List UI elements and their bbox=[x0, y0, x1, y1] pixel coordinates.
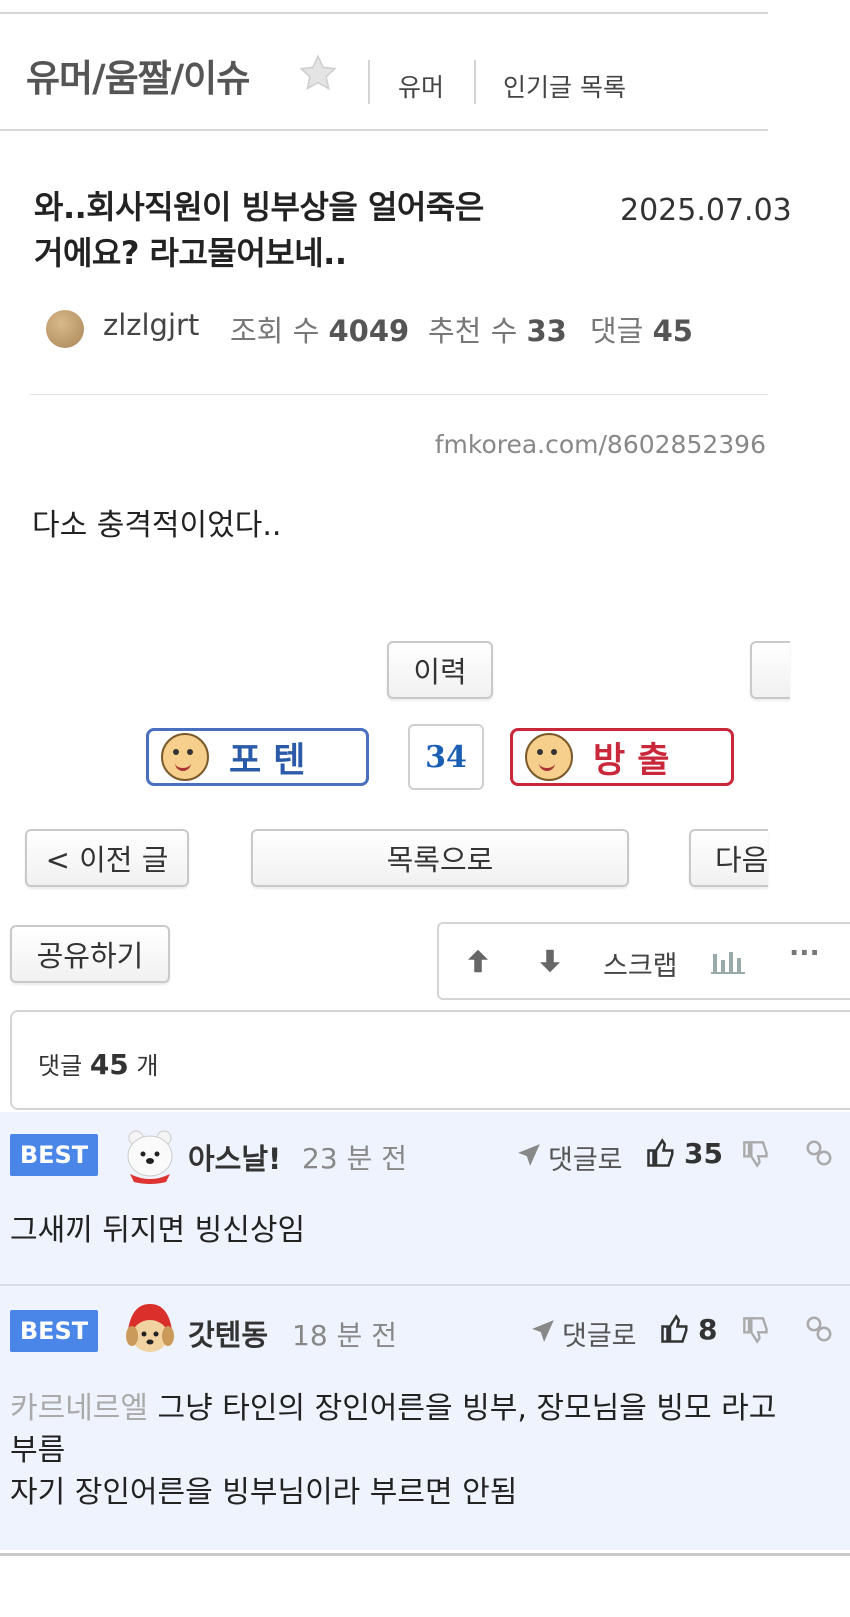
next-post-button[interactable]: 다음 bbox=[689, 829, 768, 887]
recommend-count-label: 추천 수 bbox=[428, 314, 518, 348]
thumbs-up-icon[interactable] bbox=[646, 1138, 676, 1172]
comment-text-line: 그냥 타인의 장인어른을 빙부, 장모님을 빙모 라고 bbox=[148, 1391, 777, 1426]
prev-post-button[interactable]: < 이전 글 bbox=[25, 829, 189, 887]
extra-button[interactable] bbox=[750, 641, 790, 699]
polar-bear-avatar-icon[interactable] bbox=[118, 1126, 182, 1186]
comment-text: 카르네르엘 그냥 타인의 장인어른을 빙부, 장모님을 빙모 라고 부름 자기 … bbox=[10, 1388, 840, 1514]
article-divider bbox=[30, 394, 768, 395]
more-icon[interactable]: ··· bbox=[789, 938, 820, 969]
comment-count: 댓글 45 bbox=[590, 308, 693, 350]
comment-text-line: 자기 장인어른을 빙부님이라 부르면 안됨 bbox=[10, 1475, 518, 1510]
source-url[interactable]: fmkorea.com/8602852396 bbox=[435, 430, 766, 459]
thumbs-down-icon[interactable] bbox=[742, 1140, 770, 1172]
article-date: 2025.07.03 bbox=[620, 193, 792, 228]
category-link-humor[interactable]: 유머 bbox=[398, 68, 444, 104]
thumbs-up-face-icon bbox=[161, 733, 209, 781]
header-separator bbox=[368, 60, 370, 104]
board-title[interactable]: 유머/움짤/이슈 bbox=[26, 48, 250, 102]
share-button[interactable]: 공유하기 bbox=[10, 925, 170, 983]
header-separator bbox=[474, 60, 476, 104]
link-icon[interactable] bbox=[804, 1314, 834, 1348]
article-title-line: 와..회사직원이 빙부상을 얼어죽은 bbox=[34, 188, 484, 226]
best-badge: BEST bbox=[10, 1134, 98, 1176]
author-name[interactable]: zlzlgjrt bbox=[103, 308, 199, 342]
comment-item: BEST 아스날! 23 분 전 댓글로 35 그새끼 뒤지면 빙신상임 bbox=[0, 1112, 850, 1284]
arrow-down-icon[interactable] bbox=[535, 946, 565, 983]
comment-item: BEST 갓텐동 18 분 전 댓글로 8 카르네르엘 그냥 타인의 장인어른을… bbox=[0, 1286, 850, 1550]
recommend-count: 추천 수 33 bbox=[428, 308, 567, 350]
like-count: 35 bbox=[684, 1137, 723, 1170]
view-count-value: 4049 bbox=[328, 314, 410, 348]
vote-down-button[interactable]: 방출 bbox=[510, 728, 734, 786]
scrap-button[interactable]: 스크랩 bbox=[603, 944, 678, 983]
comment-text-line: 그새끼 뒤지면 빙신상임 bbox=[10, 1213, 306, 1248]
post-toolbar: 스크랩 ··· bbox=[437, 922, 850, 1000]
view-count: 조회 수 4049 bbox=[230, 308, 409, 350]
comment-header: 댓글 45 개 bbox=[10, 1010, 850, 1110]
vote-up-button[interactable]: 포텐 bbox=[146, 728, 369, 786]
article-body: 다소 충격적이었다.. bbox=[32, 508, 282, 543]
header-divider bbox=[0, 129, 768, 131]
list-button[interactable]: 목록으로 bbox=[251, 829, 629, 887]
author-avatar[interactable] bbox=[46, 310, 84, 348]
comment-header-text: 댓글 45 개 bbox=[38, 1046, 159, 1081]
comment-author[interactable]: 아스날! bbox=[188, 1136, 281, 1178]
comment-text: 그새끼 뒤지면 빙신상임 bbox=[10, 1210, 305, 1252]
vote-count: 34 bbox=[408, 724, 484, 790]
comment-count-value: 45 bbox=[652, 314, 693, 348]
comment-time: 23 분 전 bbox=[302, 1142, 407, 1175]
comment-mention[interactable]: 카르네르엘 bbox=[10, 1391, 148, 1426]
comment-text-line: 부름 bbox=[10, 1433, 66, 1468]
thumbs-down-icon[interactable] bbox=[742, 1316, 770, 1348]
article-title-line: 거에요? 라고물어보네.. bbox=[34, 234, 347, 272]
reply-button[interactable]: 댓글로 bbox=[548, 1138, 623, 1177]
arrow-up-icon[interactable] bbox=[463, 946, 493, 983]
comment-count-label: 댓글 bbox=[590, 314, 644, 348]
comment-header-label: 댓글 bbox=[38, 1052, 83, 1080]
puppy-avatar-icon[interactable] bbox=[118, 1300, 182, 1360]
link-icon[interactable] bbox=[804, 1138, 834, 1172]
comment-header-count: 45 bbox=[89, 1048, 129, 1081]
vote-up-label: 포텐 bbox=[229, 740, 318, 781]
star-icon[interactable] bbox=[298, 54, 338, 96]
vote-down-label: 방출 bbox=[593, 740, 682, 781]
reply-arrow-icon[interactable] bbox=[516, 1142, 542, 1172]
thumbs-up-icon[interactable] bbox=[660, 1314, 690, 1348]
comment-header-suffix: 개 bbox=[136, 1052, 159, 1080]
history-button[interactable]: 이력 bbox=[387, 641, 493, 699]
comment-author[interactable]: 갓텐동 bbox=[188, 1312, 268, 1354]
view-count-label: 조회 수 bbox=[230, 314, 320, 348]
best-badge: BEST bbox=[10, 1310, 98, 1352]
top-divider bbox=[0, 12, 768, 14]
comment-time: 18 분 전 bbox=[292, 1319, 397, 1352]
thumbs-down-face-icon bbox=[525, 733, 573, 781]
article-title: 와..회사직원이 빙부상을 얼어죽은 거에요? 라고물어보네.. bbox=[34, 184, 604, 276]
popular-list-link[interactable]: 인기글 목록 bbox=[503, 68, 626, 104]
bottom-divider bbox=[0, 1553, 850, 1556]
reply-arrow-icon[interactable] bbox=[530, 1318, 556, 1348]
recommend-count-value: 33 bbox=[526, 314, 567, 348]
like-count: 8 bbox=[698, 1313, 718, 1346]
stats-icon[interactable] bbox=[711, 946, 745, 981]
reply-button[interactable]: 댓글로 bbox=[562, 1314, 637, 1353]
